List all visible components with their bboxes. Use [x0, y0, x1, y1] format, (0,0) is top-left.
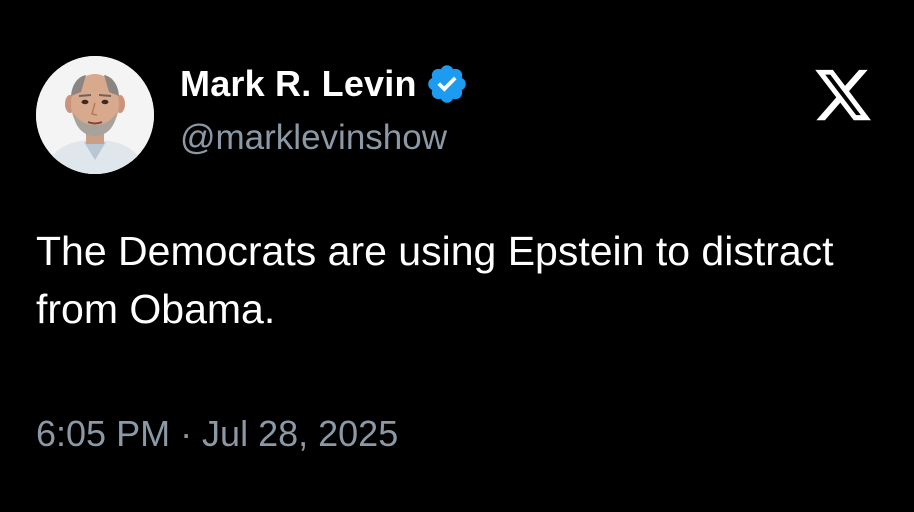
verified-badge-icon: [425, 62, 469, 106]
tweet-text: The Democrats are using Epstein to distr…: [36, 228, 834, 332]
display-name-row[interactable]: Mark R. Levin: [180, 62, 469, 106]
profile-photo-icon: [36, 56, 154, 174]
tweet-timestamp[interactable]: 6:05 PM · Jul 28, 2025: [36, 410, 398, 458]
x-logo-icon[interactable]: [812, 64, 874, 126]
username[interactable]: @marklevinshow: [180, 116, 447, 160]
display-name[interactable]: Mark R. Levin: [180, 62, 417, 106]
avatar[interactable]: [36, 56, 154, 174]
tweet-card: Mark R. Levin @marklevinshow The Democra…: [0, 0, 914, 512]
